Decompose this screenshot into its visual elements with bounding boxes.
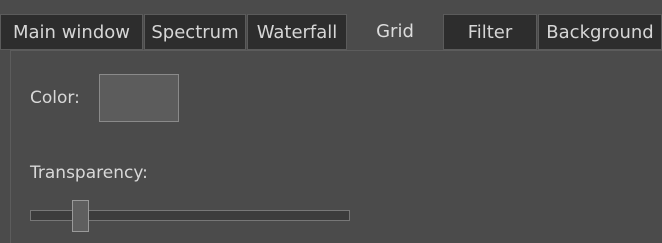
tab-filter[interactable]: Filter [443,14,537,50]
tab-bar: Main window Spectrum Waterfall Grid Filt… [0,0,662,52]
tab-spectrum[interactable]: Spectrum [144,14,246,50]
tab-background[interactable]: Background [538,14,662,50]
grid-color-picker[interactable] [99,74,179,122]
tab-main-window[interactable]: Main window [0,14,143,50]
transparency-slider[interactable] [30,200,350,232]
transparency-label: Transparency: [30,163,148,183]
tab-grid[interactable]: Grid [348,14,442,50]
settings-dialog: Main window Spectrum Waterfall Grid Filt… [0,0,662,243]
slider-handle[interactable] [72,200,89,232]
tab-waterfall[interactable]: Waterfall [247,14,347,50]
color-label: Color: [30,88,80,108]
